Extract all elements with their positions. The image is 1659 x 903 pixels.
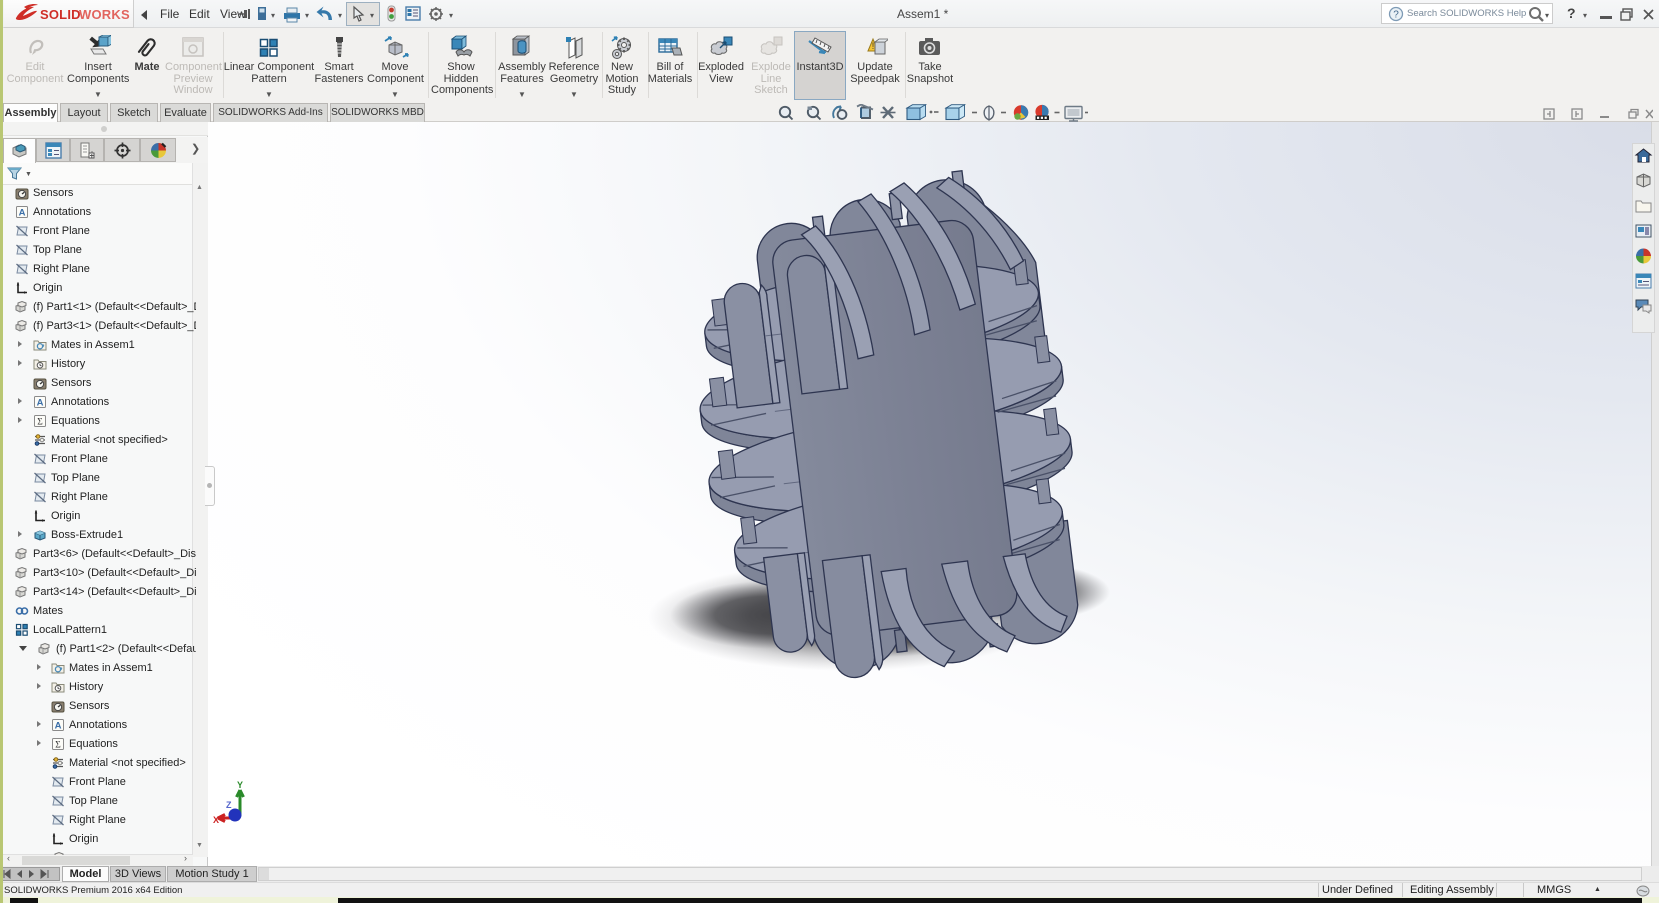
svg-text:!: ! (872, 41, 875, 51)
svg-text:?: ? (1393, 10, 1399, 21)
svg-text:WORKS: WORKS (79, 7, 130, 22)
svg-text:Y: Y (237, 780, 243, 790)
svg-text:SOLID: SOLID (40, 7, 81, 22)
svg-text:X: X (213, 815, 219, 825)
svg-text:Z: Z (226, 800, 232, 810)
